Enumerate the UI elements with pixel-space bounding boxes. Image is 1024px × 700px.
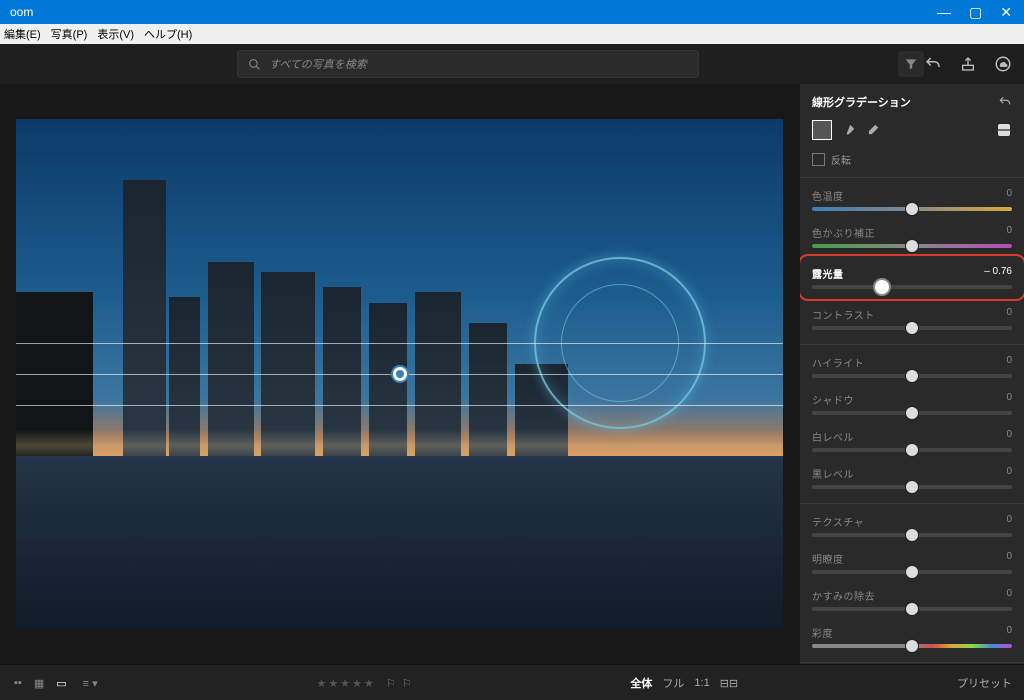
preset-button[interactable]: プリセット (957, 675, 1012, 691)
cloud-icon (994, 55, 1012, 73)
menu-help[interactable]: ヘルプ(H) (144, 26, 192, 42)
reset-icon[interactable] (998, 95, 1012, 109)
invert-label: 反転 (831, 152, 851, 167)
brush-tool[interactable] (842, 123, 856, 137)
slider-tint[interactable]: 色かぶり補正0 (812, 225, 1012, 248)
zoom-fit[interactable]: 全体 (630, 675, 652, 691)
view-grid-large[interactable]: ▦ (32, 675, 46, 692)
share-icon (960, 56, 976, 72)
slider-clarity[interactable]: 明瞭度0 (812, 551, 1012, 574)
bottom-toolbar: ▪▪ ▦ ▭ ≡ ▾ ★★★★★ ⚐ ⚐ 全体 フル 1:1 ⊟⊟ プリセット (0, 664, 1024, 700)
menu-edit[interactable]: 編集(E) (4, 26, 41, 42)
menu-photo[interactable]: 写真(P) (51, 26, 88, 42)
slider-contrast[interactable]: コントラスト0 (812, 307, 1012, 330)
window-title: oom (4, 5, 33, 19)
undo-button[interactable] (924, 55, 942, 73)
undo-icon (924, 55, 942, 73)
sort-menu[interactable]: ≡ ▾ (83, 677, 98, 690)
search-icon (248, 58, 261, 71)
window-minimize-button[interactable]: — (937, 4, 951, 21)
slider-shadows[interactable]: シャドウ0 (812, 392, 1012, 415)
edit-panel: 線形グラデーション 反転 色温度0 色かぶり補正0 露光量– 0.76 コント (799, 84, 1024, 664)
zoom-fill[interactable]: フル (662, 675, 684, 691)
slider-exposure[interactable]: 露光量– 0.76 (806, 262, 1018, 293)
invert-row[interactable]: 反転 (812, 152, 1012, 167)
search-input[interactable]: すべての写真を検索 (237, 50, 699, 78)
rating-stars[interactable]: ★★★★★ (316, 677, 373, 690)
slider-temp[interactable]: 色温度0 (812, 188, 1012, 211)
slider-highlights[interactable]: ハイライト0 (812, 355, 1012, 378)
top-toolbar: すべての写真を検索 (0, 44, 1024, 84)
mask-overlay-toggle[interactable] (996, 122, 1012, 138)
window-titlebar: oom — ▢ ✕ (0, 0, 1024, 24)
gradient-line-top[interactable] (16, 343, 783, 344)
slider-dehaze[interactable]: かすみの除去0 (812, 588, 1012, 611)
photo-preview (16, 119, 783, 629)
slider-texture[interactable]: テクスチャ0 (812, 514, 1012, 537)
app-menubar: 編集(E) 写真(P) 表示(V) ヘルプ(H) (0, 24, 1024, 44)
window-maximize-button[interactable]: ▢ (969, 4, 982, 21)
share-button[interactable] (960, 56, 976, 72)
panel-title: 線形グラデーション (812, 94, 911, 110)
cloud-button[interactable] (994, 55, 1012, 73)
mask-rect-tool[interactable] (812, 120, 832, 140)
gradient-pin[interactable] (391, 365, 409, 383)
filter-icon (904, 57, 918, 71)
filter-button[interactable] (898, 51, 924, 77)
gradient-line-bottom[interactable] (16, 405, 783, 406)
flag-pick[interactable]: ⚐ (386, 677, 396, 690)
slider-saturation[interactable]: 彩度0 (812, 625, 1012, 648)
search-placeholder: すべての写真を検索 (269, 56, 367, 72)
menu-view[interactable]: 表示(V) (97, 26, 134, 42)
view-single[interactable]: ▭ (54, 675, 68, 692)
image-canvas[interactable] (0, 84, 799, 664)
invert-checkbox[interactable] (812, 153, 825, 166)
window-close-button[interactable]: ✕ (1000, 4, 1012, 21)
slider-blacks[interactable]: 黒レベル0 (812, 466, 1012, 489)
zoom-slider[interactable]: ⊟⊟ (720, 677, 738, 690)
flag-reject[interactable]: ⚐ (402, 677, 412, 690)
view-grid-small[interactable]: ▪▪ (12, 675, 24, 692)
slider-whites[interactable]: 白レベル0 (812, 429, 1012, 452)
zoom-1to1[interactable]: 1:1 (694, 677, 709, 689)
eraser-tool[interactable] (866, 123, 880, 137)
